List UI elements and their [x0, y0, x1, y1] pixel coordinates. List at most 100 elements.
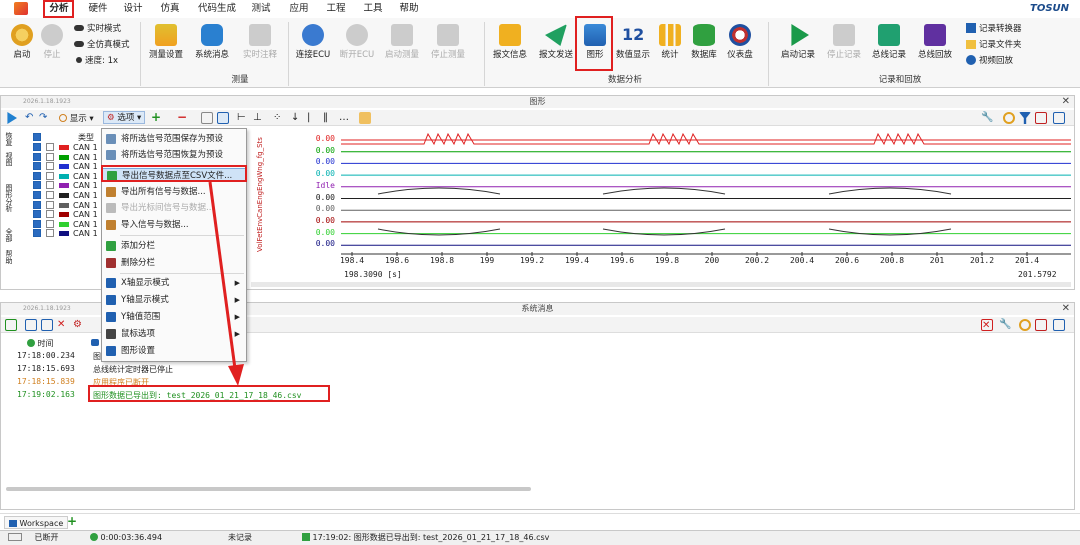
link-icon[interactable] — [1003, 112, 1015, 124]
signal-select-checkbox[interactable] — [46, 219, 54, 228]
close-icon[interactable]: ✕ — [1062, 96, 1070, 108]
side-tab-help[interactable]: 帮助 — [3, 250, 13, 264]
menu-simulation[interactable]: 仿真 — [158, 1, 182, 17]
filter-icon[interactable] — [1019, 112, 1031, 124]
menu-help[interactable]: 帮助 — [397, 1, 421, 17]
export-icon[interactable] — [1035, 112, 1047, 124]
signal-row[interactable]: CAN 1 — [21, 200, 101, 210]
signal-row[interactable]: CAN 1 — [21, 219, 101, 229]
menu-app[interactable]: 应用 — [287, 1, 311, 17]
signal-row[interactable]: CAN 1 — [21, 181, 101, 190]
signal-row[interactable]: CAN 1 — [21, 152, 101, 162]
side-tab-view[interactable]: 视图 — [3, 152, 13, 166]
cursor-v-icon[interactable]: ⊥ — [253, 112, 265, 124]
layout-icon[interactable] — [1053, 319, 1065, 331]
play-icon[interactable] — [7, 112, 17, 124]
copy-icon[interactable] — [25, 319, 37, 331]
menu-item[interactable]: 将所选信号范围保存为预设 — [102, 132, 246, 146]
signal-enable-checkbox[interactable] — [33, 181, 41, 190]
log-hscrollbar[interactable] — [6, 487, 531, 491]
signal-row[interactable]: CAN 1 — [21, 210, 101, 219]
bar-icon[interactable]: | — [307, 112, 319, 124]
signal-select-checkbox[interactable] — [46, 181, 54, 190]
menu-design[interactable]: 设计 — [121, 1, 145, 17]
log-row[interactable]: 17:18:15.693 总线统计定时器已停止 — [1, 364, 1001, 376]
speed-selector[interactable]: 速度: 1x — [76, 54, 118, 68]
signal-enable-checkbox[interactable] — [33, 210, 41, 219]
add-workspace-icon[interactable]: + — [67, 514, 77, 528]
signal-enable-checkbox[interactable] — [33, 191, 41, 199]
disconnect-ecu-button[interactable]: 断开ECU — [338, 24, 376, 60]
signal-enable-checkbox[interactable] — [33, 229, 41, 238]
signal-select-checkbox[interactable] — [46, 191, 54, 199]
signal-enable-checkbox[interactable] — [33, 162, 41, 171]
stats-button[interactable]: 统计 — [656, 24, 684, 60]
stop-record-button[interactable]: 停止记录 — [822, 24, 866, 60]
close-icon[interactable]: ✕ — [1062, 303, 1070, 315]
meas-setup-button[interactable]: 测量设置 — [146, 24, 186, 60]
plot-area[interactable] — [251, 132, 1071, 262]
record-folder-button[interactable]: 记录文件夹 — [966, 38, 1022, 52]
delete-icon[interactable]: ✕ — [981, 319, 993, 331]
signal-select-checkbox[interactable] — [46, 152, 54, 161]
chart-multi-icon[interactable] — [217, 112, 229, 124]
menu-test[interactable]: 测试 — [249, 1, 273, 17]
chart-line-icon[interactable] — [201, 112, 213, 124]
export-icon[interactable] — [1035, 319, 1047, 331]
signal-row[interactable]: CAN 1 — [21, 143, 101, 152]
doc-icon[interactable] — [41, 319, 53, 331]
pause-icon[interactable] — [5, 319, 17, 331]
signal-select-checkbox[interactable] — [46, 210, 54, 219]
app-logo-icon[interactable] — [14, 2, 28, 15]
signal-row[interactable]: CAN 1 — [21, 171, 101, 181]
signal-select-checkbox[interactable] — [46, 171, 54, 180]
gear-icon[interactable]: ⚙ — [73, 319, 85, 331]
wrench-icon[interactable]: 🔧 — [981, 112, 993, 124]
menu-tools[interactable]: 工具 — [361, 1, 385, 17]
record-converter-button[interactable]: 记录转换器 — [966, 22, 1022, 36]
msg-send-button[interactable]: 报文发送 — [536, 24, 576, 60]
cursor-h-icon[interactable]: ⊢ — [237, 112, 249, 124]
add-icon[interactable]: + — [151, 111, 163, 124]
menu-project[interactable]: 工程 — [324, 1, 348, 17]
signal-enable-checkbox[interactable] — [33, 200, 41, 209]
signal-enable-checkbox[interactable] — [33, 143, 41, 151]
start-measure-button[interactable]: 启动测量 — [382, 24, 422, 60]
graph-hscrollbar[interactable] — [251, 282, 1071, 287]
stop-button[interactable]: 停止 — [38, 24, 66, 60]
stop-measure-button[interactable]: 停止测量 — [428, 24, 468, 60]
realtime-note-button[interactable]: 实时注释 — [240, 24, 280, 60]
more-icon[interactable]: … — [339, 112, 351, 124]
signal-row[interactable]: CAN 1 — [21, 162, 101, 171]
bus-record-button[interactable]: 总线记录 — [868, 24, 910, 60]
display-menu[interactable]: 显示 ▾ — [59, 112, 94, 124]
redo-icon[interactable]: ↷ — [39, 112, 51, 124]
side-tab-all[interactable]: 全部 — [3, 228, 13, 242]
signal-row[interactable]: CAN 1 — [21, 191, 101, 200]
undo-icon[interactable]: ↶ — [25, 112, 37, 124]
marker-icon[interactable]: ⁘ — [273, 112, 285, 124]
eraser-icon[interactable] — [359, 112, 371, 124]
full-sim-mode-option[interactable]: 全仿真模式 — [74, 38, 130, 52]
dashboard-button[interactable]: 仪表盘 — [724, 24, 756, 60]
database-button[interactable]: 数据库 — [688, 24, 720, 60]
signal-enable-checkbox[interactable] — [33, 171, 41, 180]
menu-hardware[interactable]: 硬件 — [86, 1, 110, 17]
link-icon[interactable] — [1019, 319, 1031, 331]
wrench-icon[interactable]: 🔧 — [999, 319, 1011, 331]
side-tab-analysis[interactable]: 图形分析 — [3, 184, 13, 212]
step-icon[interactable]: ↓ — [291, 112, 303, 124]
signal-enable-checkbox[interactable] — [33, 152, 41, 161]
signal-select-checkbox[interactable] — [46, 162, 54, 171]
signal-enable-checkbox[interactable] — [33, 219, 41, 228]
remove-icon[interactable]: − — [177, 111, 189, 124]
menu-item[interactable]: 将所选信号范围恢复为预设 — [102, 148, 246, 162]
pause-icon[interactable]: ‖ — [323, 112, 335, 124]
clear-icon[interactable]: ✕ — [57, 319, 69, 331]
signal-select-checkbox[interactable] — [46, 200, 54, 209]
start-record-button[interactable]: 启动记录 — [776, 24, 820, 60]
select-all-checkbox[interactable] — [33, 133, 41, 141]
connect-ecu-button[interactable]: 连接ECU — [294, 24, 332, 60]
menu-codegen[interactable]: 代码生成 — [195, 1, 239, 17]
bus-replay-button[interactable]: 总线回放 — [914, 24, 956, 60]
